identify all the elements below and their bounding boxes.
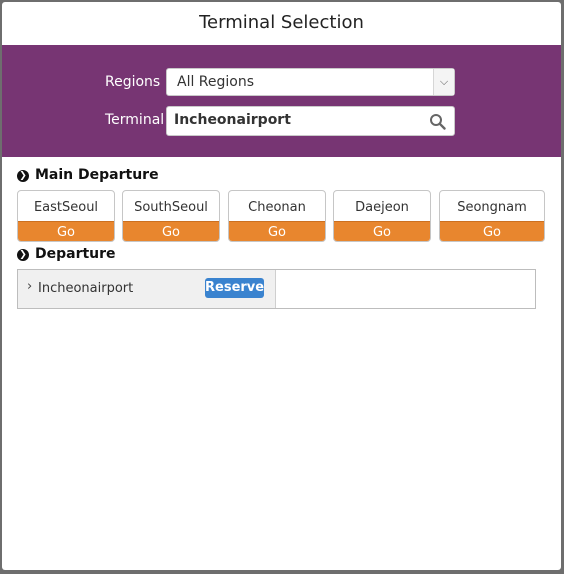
regions-label: Regions (105, 74, 161, 90)
go-button[interactable]: Go (229, 221, 325, 241)
filter-panel: Regions All Regions ⌵ Terminal (2, 45, 561, 157)
departure-row[interactable]: › Incheonairport Reserve (18, 270, 276, 308)
chevron-right-icon: › (27, 279, 33, 294)
regions-select-value: All Regions (177, 74, 255, 90)
terminal-card-name: EastSeoul (33, 200, 99, 215)
terminal-selection-dialog: Terminal Selection Regions All Regions ⌵… (2, 2, 561, 570)
search-icon[interactable] (429, 113, 446, 130)
reserve-button[interactable]: Reserve (205, 278, 264, 298)
regions-select[interactable]: All Regions ⌵ (166, 68, 455, 96)
chevron-down-icon[interactable]: ⌵ (433, 69, 454, 95)
go-button[interactable]: Go (334, 221, 430, 241)
terminal-search-box[interactable] (166, 106, 455, 136)
terminal-card-eastseoul[interactable]: EastSeoul Go (17, 190, 115, 242)
circle-chevron-right-icon: ❯ (17, 249, 29, 261)
terminal-label: Terminal (105, 112, 165, 128)
terminal-card-name: SouthSeoul (134, 200, 208, 215)
departure-table: › Incheonairport Reserve (17, 269, 536, 309)
main-departure-heading-text: Main Departure (35, 167, 159, 183)
terminal-card-seongnam[interactable]: Seongnam Go (439, 190, 545, 242)
dialog-title: Terminal Selection (2, 2, 561, 46)
departure-heading: ❯ Departure (17, 246, 116, 262)
main-departure-heading: ❯ Main Departure (17, 167, 159, 183)
go-button[interactable]: Go (18, 221, 114, 241)
go-button[interactable]: Go (123, 221, 219, 241)
departure-heading-text: Departure (35, 246, 116, 262)
departure-row-name: Incheonairport (38, 281, 134, 296)
terminal-card-name: Seongnam (457, 200, 527, 215)
terminal-search-input[interactable] (174, 110, 419, 130)
terminal-card-name: Cheonan (248, 200, 306, 215)
terminal-card-cheonan[interactable]: Cheonan Go (228, 190, 326, 242)
terminal-card-name: Daejeon (355, 200, 409, 215)
circle-chevron-right-icon: ❯ (17, 170, 29, 182)
go-button[interactable]: Go (440, 221, 544, 241)
terminal-card-southseoul[interactable]: SouthSeoul Go (122, 190, 220, 242)
terminal-card-daejeon[interactable]: Daejeon Go (333, 190, 431, 242)
